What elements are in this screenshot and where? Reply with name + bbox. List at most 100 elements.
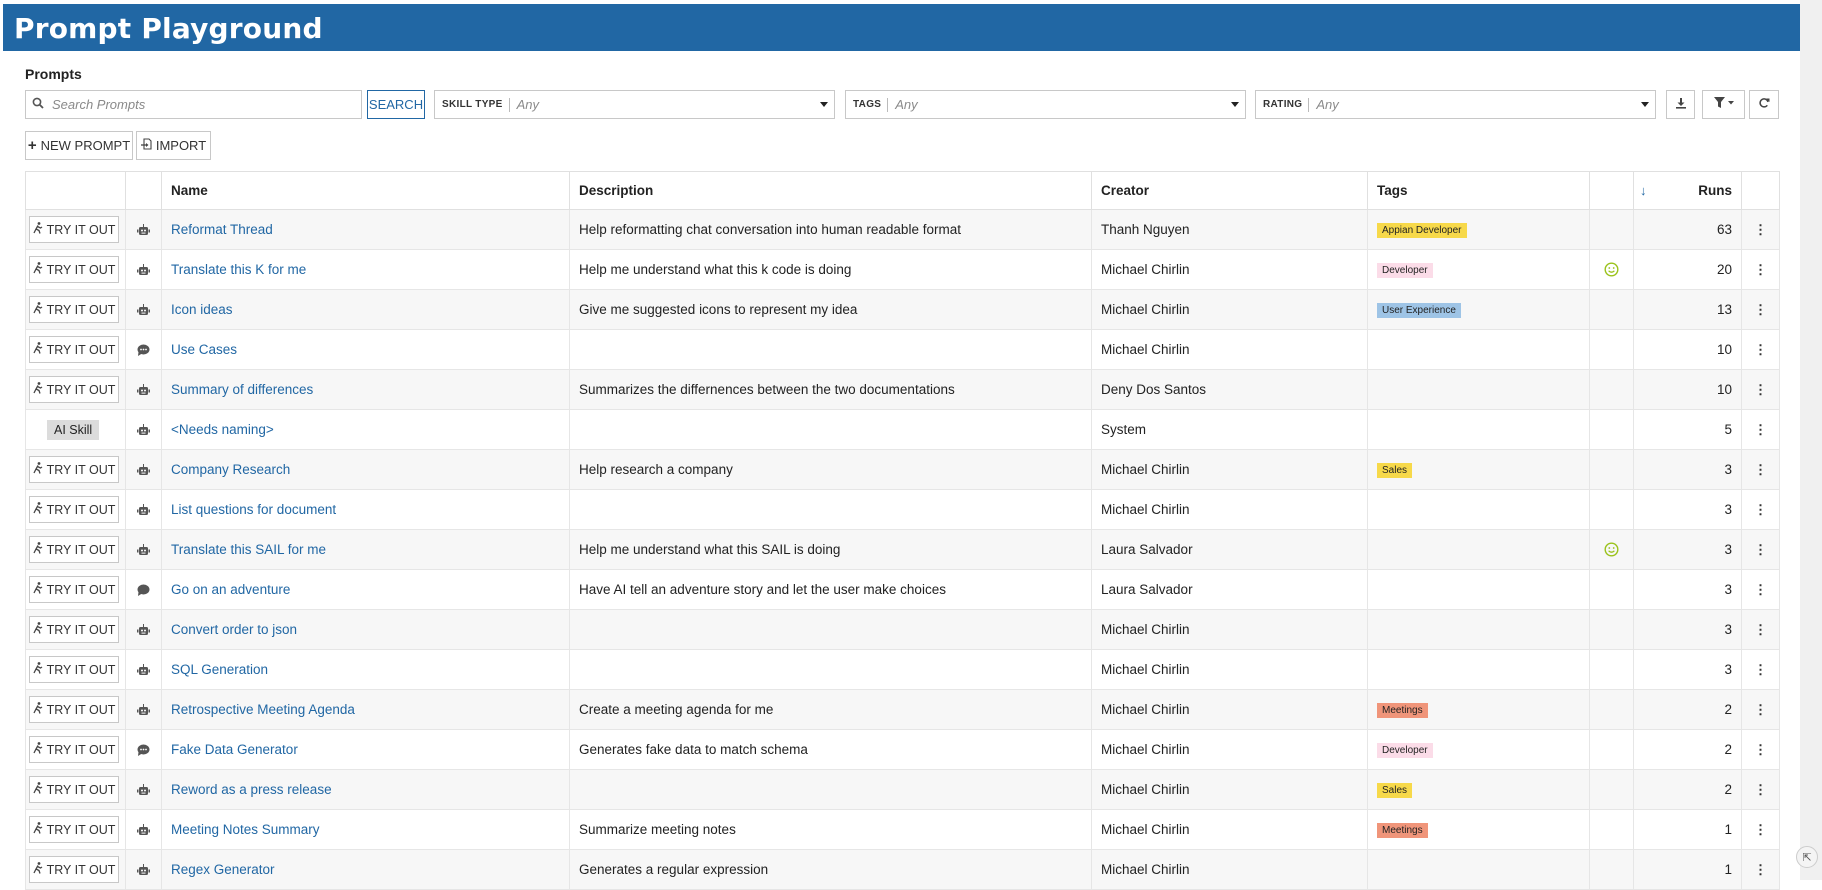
- refresh-icon: [1758, 97, 1770, 112]
- download-button[interactable]: [1666, 90, 1695, 119]
- try-it-out-button[interactable]: TRY IT OUT: [29, 696, 119, 723]
- header-tags[interactable]: Tags: [1367, 171, 1590, 210]
- table-row[interactable]: TRY IT OUT Retrospective Meeting Agenda Cr…: [25, 689, 1780, 730]
- sort-descending-icon[interactable]: ↓: [1640, 183, 1647, 198]
- table-row[interactable]: TRY IT OUT Convert order to json Michael C…: [25, 609, 1780, 650]
- tags-dropdown[interactable]: TAGS Any: [845, 90, 1246, 119]
- table-row[interactable]: TRY IT OUT Translate this SAIL for me Help…: [25, 529, 1780, 570]
- table-row[interactable]: TRY IT OUT Icon ideas Give me suggested ic…: [25, 289, 1780, 330]
- row-menu-button[interactable]: ⋮: [1741, 449, 1780, 490]
- try-it-out-button[interactable]: TRY IT OUT: [29, 856, 119, 883]
- try-it-out-button[interactable]: TRY IT OUT: [29, 336, 119, 363]
- import-button[interactable]: IMPORT: [136, 131, 211, 160]
- new-prompt-button[interactable]: + NEW PROMPT: [25, 131, 133, 160]
- row-menu-button[interactable]: ⋮: [1741, 209, 1780, 250]
- table-row[interactable]: AI Skill <Needs naming> System 5 ⋮: [25, 409, 1780, 450]
- table-row[interactable]: TRY IT OUT Use Cases Michael Chirlin 10 ⋮: [25, 329, 1780, 370]
- prompt-name-link[interactable]: Regex Generator: [171, 862, 275, 877]
- try-it-out-button[interactable]: TRY IT OUT: [29, 296, 119, 323]
- row-menu-button[interactable]: ⋮: [1741, 729, 1780, 770]
- try-it-out-button[interactable]: TRY IT OUT: [29, 776, 119, 803]
- robot-icon: [135, 503, 152, 516]
- prompt-name-link[interactable]: Translate this K for me: [171, 262, 306, 277]
- row-menu-button[interactable]: ⋮: [1741, 609, 1780, 650]
- header-name[interactable]: Name: [161, 171, 570, 210]
- refresh-button[interactable]: [1749, 90, 1779, 119]
- table-row[interactable]: TRY IT OUT Meeting Notes Summary Summarize…: [25, 809, 1780, 850]
- prompt-name-link[interactable]: Icon ideas: [171, 302, 233, 317]
- row-menu-button[interactable]: ⋮: [1741, 489, 1780, 530]
- runs-cell: 3: [1633, 489, 1742, 530]
- try-it-out-button[interactable]: TRY IT OUT: [29, 496, 119, 523]
- divider: [1308, 97, 1310, 112]
- prompt-name-link[interactable]: Translate this SAIL for me: [171, 542, 326, 557]
- filter-icon: [1713, 97, 1734, 112]
- row-menu-button[interactable]: ⋮: [1741, 769, 1780, 810]
- row-menu-button[interactable]: ⋮: [1741, 569, 1780, 610]
- row-menu-button[interactable]: ⋮: [1741, 289, 1780, 330]
- type-cell: [125, 409, 162, 450]
- table-row[interactable]: TRY IT OUT Fake Data Generator Generates f…: [25, 729, 1780, 770]
- table-row[interactable]: TRY IT OUT List questions for document Mic…: [25, 489, 1780, 530]
- prompt-name-link[interactable]: Retrospective Meeting Agenda: [171, 702, 355, 717]
- try-it-out-button[interactable]: TRY IT OUT: [29, 456, 119, 483]
- table-row[interactable]: TRY IT OUT Summary of differences Summariz…: [25, 369, 1780, 410]
- table-row[interactable]: TRY IT OUT SQL Generation Michael Chirlin 3…: [25, 649, 1780, 690]
- try-it-out-button[interactable]: TRY IT OUT: [29, 576, 119, 603]
- running-person-icon: [33, 342, 43, 357]
- row-menu-button[interactable]: ⋮: [1741, 649, 1780, 690]
- try-it-out-label: TRY IT OUT: [46, 542, 116, 557]
- tags-cell: Sales: [1367, 449, 1590, 490]
- prompt-name-link[interactable]: Reword as a press release: [171, 782, 332, 797]
- row-menu-button[interactable]: ⋮: [1741, 809, 1780, 850]
- try-it-out-button[interactable]: TRY IT OUT: [29, 816, 119, 843]
- row-menu-button[interactable]: ⋮: [1741, 249, 1780, 290]
- table-row[interactable]: TRY IT OUT Reformat Thread Help reformatti…: [25, 209, 1780, 250]
- try-it-out-button[interactable]: TRY IT OUT: [29, 736, 119, 763]
- try-it-out-button[interactable]: TRY IT OUT: [29, 536, 119, 563]
- row-menu-button[interactable]: ⋮: [1741, 529, 1780, 570]
- prompt-name-link[interactable]: Summary of differences: [171, 382, 313, 397]
- prompt-name-link[interactable]: <Needs naming>: [171, 422, 274, 437]
- prompt-name-link[interactable]: Use Cases: [171, 342, 237, 357]
- table-row[interactable]: TRY IT OUT Go on an adventure Have AI tell…: [25, 569, 1780, 610]
- row-menu-button[interactable]: ⋮: [1741, 329, 1780, 370]
- prompt-name-link[interactable]: Company Research: [171, 462, 290, 477]
- name-cell: Reword as a press release: [161, 769, 570, 810]
- skill-type-dropdown[interactable]: SKILL TYPE Any: [434, 90, 835, 119]
- rating-dropdown[interactable]: RATING Any: [1255, 90, 1656, 119]
- runs-cell: 5: [1633, 409, 1742, 450]
- type-cell: [125, 289, 162, 330]
- header-creator[interactable]: Creator: [1091, 171, 1368, 210]
- table-row[interactable]: TRY IT OUT Translate this K for me Help me…: [25, 249, 1780, 290]
- prompt-name-link[interactable]: Fake Data Generator: [171, 742, 298, 757]
- scrollbar-track[interactable]: [1800, 0, 1822, 880]
- table-row[interactable]: TRY IT OUT Regex Generator Generates a reg…: [25, 849, 1780, 890]
- tags-cell: Developer: [1367, 249, 1590, 290]
- try-it-out-button[interactable]: TRY IT OUT: [29, 656, 119, 683]
- action-cell: TRY IT OUT: [25, 609, 126, 650]
- try-it-out-button[interactable]: TRY IT OUT: [29, 376, 119, 403]
- prompt-name-link[interactable]: List questions for document: [171, 502, 336, 517]
- search-input[interactable]: [50, 96, 361, 113]
- row-menu-button[interactable]: ⋮: [1741, 849, 1780, 890]
- prompt-name-link[interactable]: Meeting Notes Summary: [171, 822, 320, 837]
- row-menu-button[interactable]: ⋮: [1741, 409, 1780, 450]
- prompt-name-link[interactable]: Go on an adventure: [171, 582, 290, 597]
- table-row[interactable]: TRY IT OUT Reword as a press release Micha…: [25, 769, 1780, 810]
- assistant-cursor-button[interactable]: ⇱: [1796, 846, 1818, 868]
- header-runs[interactable]: ↓ Runs: [1633, 171, 1742, 210]
- prompt-name-link[interactable]: SQL Generation: [171, 662, 268, 677]
- try-it-out-button[interactable]: TRY IT OUT: [29, 216, 119, 243]
- prompt-name-link[interactable]: Reformat Thread: [171, 222, 273, 237]
- try-it-out-button[interactable]: TRY IT OUT: [29, 256, 119, 283]
- robot-icon: [135, 303, 152, 316]
- filter-menu-button[interactable]: [1702, 90, 1745, 119]
- try-it-out-button[interactable]: TRY IT OUT: [29, 616, 119, 643]
- table-row[interactable]: TRY IT OUT Company Research Help research …: [25, 449, 1780, 490]
- header-description[interactable]: Description: [569, 171, 1092, 210]
- search-button[interactable]: SEARCH: [367, 90, 425, 119]
- row-menu-button[interactable]: ⋮: [1741, 369, 1780, 410]
- row-menu-button[interactable]: ⋮: [1741, 689, 1780, 730]
- prompt-name-link[interactable]: Convert order to json: [171, 622, 297, 637]
